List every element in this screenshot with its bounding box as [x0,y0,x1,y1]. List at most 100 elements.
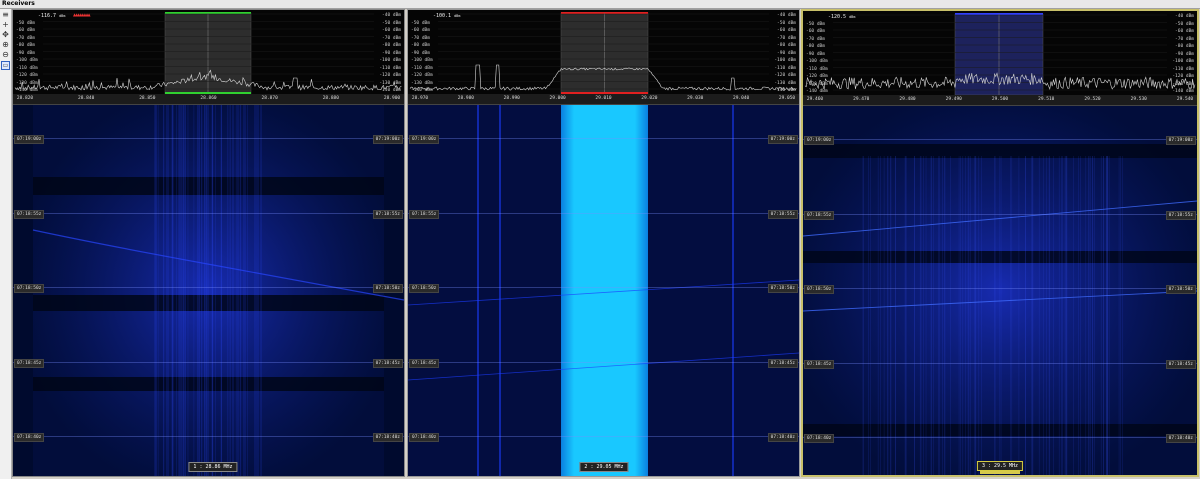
receiver-panel-2[interactable]: -100.1 dBm -40 dBm -50 dBm -50 dBm -60 dBm -… [407,9,800,477]
db-scale-label: -50 dBm [1175,21,1194,27]
timestamp-label: 07:19:00z [14,135,45,144]
pan-icon[interactable]: ✥ [1,30,10,39]
db-scale-label: -130 dBm [806,81,828,87]
time-grid-line [803,362,1197,364]
spectrum-graph [14,12,402,94]
frequency-tick-label: 28.880 [322,96,339,101]
timestamp-label: 07:18:50z [1165,285,1196,294]
time-grid-line [13,361,404,363]
time-grid-line [408,138,799,139]
db-scale-label: -120 dBm [774,73,796,78]
frequency-tick-label: 28.870 [261,96,278,101]
db-scale-label: -50 dBm [382,20,401,26]
waterfall-display[interactable]: 07:19:00z 07:19:00z 07:18:55z 07:18:55z 07:1… [408,105,799,476]
timestamp-label: 07:18:40z [804,434,835,443]
channel-label[interactable]: 2 : 29.05 MHz [579,462,629,472]
time-grid-line [13,436,404,437]
layout-icon[interactable]: ▭ [1,61,10,70]
time-grid-line [803,288,1197,289]
timestamp-label: 07:18:45z [1165,359,1196,369]
frequency-tick-label: 29.540 [1176,97,1194,102]
db-scale-label: -100 dBm [411,58,433,63]
frequency-tick-label: 28.820 [16,96,34,101]
receiver-panel-3[interactable]: -120.5 dBm -40 dBm -50 dBm -50 dBm -60 dBm -… [801,9,1199,477]
timestamp-label: 07:19:00z [372,135,403,144]
time-grid-line [803,139,1197,140]
frequency-tick-label: 28.860 [200,96,217,101]
time-grid-line [13,212,404,214]
frequency-tick-label: 28.850 [139,96,156,101]
timestamp-label: 07:18:45z [409,358,440,368]
db-scale-label: -80 dBm [411,43,430,48]
frequency-tick-label: 29.470 [853,97,870,102]
db-scale-label: -90 dBm [16,50,35,56]
db-scale-label: -120 dBm [1172,74,1194,79]
frequency-tick-label: 29.530 [1130,97,1147,102]
waterfall-display[interactable]: 07:19:00z 07:19:00z 07:18:55z 07:18:55z 07:1… [803,106,1197,475]
waterfall-image [803,106,1197,475]
frequency-tick-label: 29.460 [806,97,824,102]
waterfall-display[interactable]: 07:19:00z 07:19:00z 07:18:55z 07:18:55z 07:1… [13,105,404,476]
db-scale-label: -140 dBm [16,88,38,93]
timestamp-label: 07:18:40z [409,433,440,442]
spectrum-graph [409,12,797,94]
db-scale-label: -80 dBm [806,44,825,49]
timestamp-label: 07:18:50z [409,284,440,293]
timestamp-label: 07:19:00z [409,135,440,144]
frequency-tick-label: 29.480 [899,97,916,102]
zoom-in-icon[interactable]: ⊕ [1,40,10,49]
db-scale-label: -50 dBm [777,20,796,26]
zoom-out-icon[interactable]: ⊖ [1,50,10,59]
add-icon[interactable]: + [1,20,10,29]
spectrum-display[interactable]: -100.1 dBm -40 dBm -50 dBm -50 dBm -60 dBm -… [408,10,799,94]
frequency-tick-label: 29.510 [1038,97,1055,102]
db-scale-label: -90 dBm [1175,51,1194,57]
timestamp-label: 07:18:55z [804,210,835,220]
db-scale-label: -120 dBm [16,73,38,78]
timestamp-label: 07:18:40z [1165,434,1196,443]
frequency-tick-label: 28.970 [411,96,429,101]
spectrum-display[interactable]: -120.5 dBm -40 dBm -50 dBm -50 dBm -60 dBm -… [803,11,1197,95]
db-scale-label: -130 dBm [1172,81,1194,87]
timestamp-label: 07:18:40z [767,433,798,442]
frequency-axis[interactable]: 28.970 28.980 28.990 29.000 29.010 29.020 29.0… [408,94,799,105]
frequency-tick-label: 29.490 [945,97,962,102]
db-scale-label: -40 dBm [777,13,796,18]
time-grid-line [803,213,1197,215]
channel-label[interactable]: 3 : 29.5 MHz [976,461,1024,471]
timestamp-label: 07:19:00z [804,136,835,145]
db-scale-label: -110 dBm [806,66,828,72]
receiver-panel-1[interactable]: -116.7 dBm ▲▲▲▲▲▲▲▲ -40 dBm -50 dBm -50 dB… [12,9,405,477]
db-scale-label: -50 dBm [16,20,35,26]
db-scale-label: -80 dBm [1175,44,1194,49]
db-scale-label: -60 dBm [411,28,430,33]
db-scale-label: -110 dBm [411,65,433,71]
db-scale-label: -100 dBm [806,59,828,64]
db-scale-label: -100 dBm [379,58,401,63]
frequency-axis[interactable]: 28.820 28.840 28.850 28.860 28.870 28.880 28.9… [13,94,404,105]
timestamp-label: 07:18:45z [804,359,835,369]
timestamp-label: 07:18:45z [767,358,798,368]
timestamp-label: 07:18:45z [14,358,45,368]
timestamp-label: 07:18:50z [14,284,45,293]
db-scale-label: -40 dBm [382,13,401,18]
db-scale-label: -60 dBm [16,28,35,33]
db-scale-label: -140 dBm [379,88,401,93]
channel-label[interactable]: 1 : 28.86 MHz [188,462,238,472]
signal-meter: ▲▲▲▲▲▲▲▲ [73,12,91,17]
menu-icon[interactable]: ≡ [1,10,10,19]
db-scale-label: -140 dBm [411,88,433,93]
frequency-tick-label: 28.980 [457,96,475,101]
spectrum-display[interactable]: -116.7 dBm ▲▲▲▲▲▲▲▲ -40 dBm -50 dBm -50 dB… [13,10,404,94]
time-grid-line [803,437,1197,438]
frequency-tick-label: 28.990 [503,96,520,101]
frequency-axis[interactable]: 29.460 29.470 29.480 29.490 29.500 29.510 29.5… [803,95,1197,106]
spectrum-graph [804,13,1196,95]
frequency-tick-label: 29.050 [778,96,796,101]
db-scale-label: -100 dBm [774,58,796,63]
title-bar: Receivers [0,0,1200,9]
frequency-tick-label: 28.840 [78,96,95,101]
db-scale-label: -60 dBm [806,29,825,34]
timestamp-label: 07:18:50z [767,284,798,293]
db-scale-label: -130 dBm [16,80,38,86]
